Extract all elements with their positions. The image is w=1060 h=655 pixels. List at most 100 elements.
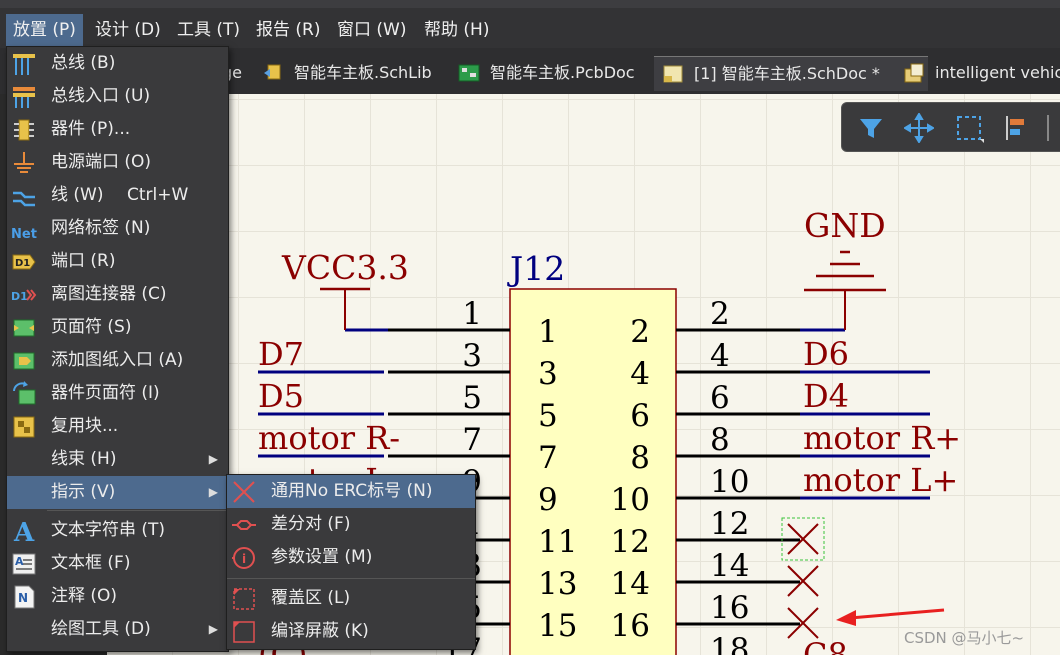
pin-name-right: 16 <box>611 608 650 644</box>
sheet-entry-icon <box>13 352 35 370</box>
schlib-file-icon <box>264 64 281 80</box>
title-bar-strip <box>0 0 1060 8</box>
pin-name-left: 1 <box>538 314 558 350</box>
menu-item-reuse-block[interactable]: 复用块... <box>7 410 228 443</box>
shortcut-label: Ctrl+W <box>127 185 189 205</box>
component-body <box>509 288 677 655</box>
menu-item-bus-entry[interactable]: 总线入口 (U) <box>7 80 228 113</box>
off-sheet-connector-icon: D1 <box>11 289 37 303</box>
filter-icon[interactable] <box>856 113 886 143</box>
place-menu: 总线 (B) 总线入口 (U) 器件 (P)... 电源端口 (O) 线 (W)… <box>6 46 229 652</box>
port-icon: D1 <box>12 254 36 270</box>
canvas-toolbar <box>841 102 1060 152</box>
blanket-icon <box>233 588 255 610</box>
menu-item-label: 通用No ERC标号 (N) <box>271 481 433 501</box>
menu-help[interactable]: 帮助 (H) <box>417 14 496 46</box>
menu-design[interactable]: 设计 (D) <box>88 14 168 46</box>
pcb-file-icon <box>458 64 480 82</box>
pin-name-left: 9 <box>538 482 558 518</box>
svg-text:D1: D1 <box>15 258 30 269</box>
align-icon[interactable] <box>1002 113 1032 143</box>
pin-number-left: 3 <box>462 338 482 374</box>
text-string-icon: A <box>13 518 35 544</box>
menu-item-drawing-tools[interactable]: 绘图工具 (D) ▶ <box>7 613 228 646</box>
net-label-motor-r-plus: motor R+ <box>803 419 961 457</box>
menu-item-label: 线 (W) <box>51 185 104 205</box>
pin-name-right: 2 <box>630 314 650 350</box>
submenu-arrow-icon: ▶ <box>208 452 218 466</box>
menu-reports[interactable]: 报告 (R) <box>249 14 327 46</box>
menu-item-label: 离图连接器 (C) <box>51 284 167 304</box>
menu-item-label: 参数设置 (M) <box>271 547 373 567</box>
menu-item-directives[interactable]: 指示 (V) ▶ <box>7 476 228 509</box>
menu-item-compile-mask[interactable]: 编译屏蔽 (K) <box>227 615 475 648</box>
tab-schdoc[interactable]: [1] 智能车主板.SchDoc * <box>654 56 928 91</box>
menu-item-harness[interactable]: 线束 (H) ▶ <box>7 443 228 476</box>
tab-label: 智能车主板.PcbDoc <box>490 63 635 82</box>
menu-item-part[interactable]: 器件 (P)... <box>7 113 228 146</box>
device-sheet-icon <box>13 381 36 405</box>
menu-item-device-sheet[interactable]: 器件页面符 (I) <box>7 377 228 410</box>
menu-item-parameter-set[interactable]: i 参数设置 (M) <box>227 541 475 574</box>
menu-item-label: 网络标签 (N) <box>51 218 151 238</box>
net-label-c8: C8 <box>803 636 848 655</box>
net-label-d5: D5 <box>258 377 304 415</box>
pin-name-left: 11 <box>538 524 577 560</box>
pin-number-right: 4 <box>710 338 730 374</box>
menu-item-label: 编译屏蔽 (K) <box>271 621 369 641</box>
net-label-d6: D6 <box>803 335 849 373</box>
menu-place[interactable]: 放置 (P) <box>6 14 83 46</box>
menu-item-diff-pair[interactable]: 差分对 (F) <box>227 508 475 541</box>
pin-number-left: 7 <box>462 422 482 458</box>
menu-window[interactable]: 窗口 (W) <box>330 14 413 46</box>
menu-item-label: 文本字符串 (T) <box>51 520 166 540</box>
menu-item-net-label[interactable]: Net 网络标签 (N) <box>7 212 228 245</box>
menu-tools[interactable]: 工具 (T) <box>170 14 247 46</box>
compile-mask-icon <box>233 621 255 643</box>
submenu-arrow-icon: ▶ <box>208 485 218 499</box>
submenu-arrow-icon: ▶ <box>208 622 218 636</box>
bus-icon <box>13 54 35 75</box>
toolbar-divider <box>1047 115 1049 141</box>
menu-item-label: 线束 (H) <box>51 449 117 469</box>
menu-item-blanket[interactable]: 覆盖区 (L) <box>227 582 475 615</box>
select-rectangle-icon[interactable] <box>954 113 984 143</box>
pin-name-left: 13 <box>538 566 577 602</box>
move-icon[interactable] <box>904 113 934 143</box>
tab-pcbdoc[interactable]: 智能车主板.PcbDoc <box>450 56 686 90</box>
menu-item-wire[interactable]: 线 (W) Ctrl+W <box>7 179 228 212</box>
pin-number-right: 10 <box>710 464 749 500</box>
text-frame-icon: A <box>12 553 36 575</box>
menu-item-text-frame[interactable]: A 文本框 (F) <box>7 547 228 580</box>
directives-submenu: 通用No ERC标号 (N) 差分对 (F) i 参数设置 (M) 覆盖区 (L… <box>226 474 476 650</box>
tab-project[interactable]: intelligent vehic <box>895 56 1060 90</box>
menu-item-label: 差分对 (F) <box>271 514 351 534</box>
menu-item-label: 页面符 (S) <box>51 317 132 337</box>
pin-name-right: 12 <box>611 524 650 560</box>
menu-item-power-port[interactable]: 电源端口 (O) <box>7 146 228 179</box>
menu-item-text-string[interactable]: A 文本字符串 (T) <box>7 514 228 547</box>
menu-item-label: 电源端口 (O) <box>51 152 152 172</box>
menu-item-bus[interactable]: 总线 (B) <box>7 47 228 80</box>
designator-label: J12 <box>507 249 565 288</box>
menu-item-off-sheet-connector[interactable]: D1 离图连接器 (C) <box>7 278 228 311</box>
pin-name-right: 4 <box>630 356 650 392</box>
menu-item-sheet-symbol[interactable]: 页面符 (S) <box>7 311 228 344</box>
pin-number-left: 5 <box>462 380 482 416</box>
menu-item-label: 器件 (P)... <box>51 119 131 139</box>
svg-text:D1: D1 <box>11 290 28 303</box>
gnd-label: GND <box>804 206 886 245</box>
menu-item-note[interactable]: N 注释 (O) <box>7 580 228 613</box>
schdoc-file-icon <box>663 65 683 83</box>
menu-item-port[interactable]: D1 端口 (R) <box>7 245 228 278</box>
pin-number-right: 6 <box>710 380 730 416</box>
pin-number-right: 16 <box>710 590 749 626</box>
menu-item-label: 复用块... <box>51 416 119 436</box>
bus-entry-icon <box>13 87 35 108</box>
menu-item-no-erc[interactable]: 通用No ERC标号 (N) <box>227 475 475 508</box>
pin-number-right: 14 <box>710 548 749 584</box>
power-port-icon <box>14 152 34 173</box>
menu-item-sheet-entry[interactable]: 添加图纸入口 (A) <box>7 344 228 377</box>
menu-bar: 放置 (P) 设计 (D) 工具 (T) 报告 (R) 窗口 (W) 帮助 (H… <box>0 0 1060 49</box>
menu-item-label: 总线入口 (U) <box>51 86 151 106</box>
